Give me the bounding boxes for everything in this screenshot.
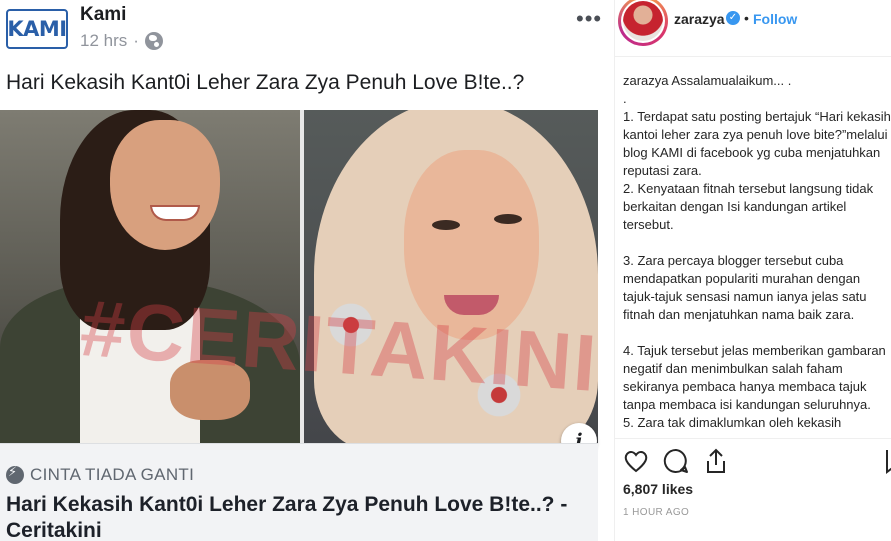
follow-button[interactable]: Follow <box>753 11 797 27</box>
caption-line: . <box>623 91 627 106</box>
ig-actions-bar: 6,807 likes 1 HOUR AGO <box>615 438 891 541</box>
right-eye <box>432 220 460 230</box>
caption-username[interactable]: zarazya <box>623 73 669 88</box>
heart-icon[interactable] <box>622 447 650 475</box>
page-name-link[interactable]: Kami <box>80 4 126 26</box>
more-options-icon[interactable]: ••• <box>576 6 602 32</box>
globe-icon[interactable] <box>144 32 163 50</box>
caption-line: 4. Tajuk tersebut jelas memberikan gamba… <box>623 343 890 412</box>
caption-line: 5. Zara tak dimaklumkan oleh kekasih <box>623 415 842 430</box>
link-title[interactable]: Hari Kekasih Kant0i Leher Zara Zya Penuh… <box>6 492 596 541</box>
caption-line: zarazya Assalamualaikum... . <box>623 73 792 88</box>
share-icon[interactable] <box>702 447 730 475</box>
post-time: 1 HOUR AGO <box>623 507 690 518</box>
page-avatar-logo[interactable]: KAMI <box>6 9 68 49</box>
header-separator: • <box>744 10 749 26</box>
avatar-frame <box>621 0 665 43</box>
verified-icon: ✓ <box>726 11 740 25</box>
link-source-label: CINTA TIADA GANTI <box>30 465 195 484</box>
ig-caption: zarazya Assalamualaikum... .. 1. Terdapat… <box>623 72 891 438</box>
facebook-post: KAMI Kami 12 hrs · ••• Hari Kekasih Kant… <box>0 0 602 541</box>
left-face <box>110 120 220 250</box>
post-meta: 12 hrs · <box>80 31 163 51</box>
bookmark-icon[interactable] <box>885 447 891 475</box>
avatar-photo <box>623 1 663 41</box>
link-card[interactable]: CINTA TIADA GANTI Hari Kekasih Kant0i Le… <box>0 443 598 541</box>
link-source: CINTA TIADA GANTI <box>6 465 194 485</box>
bolt-icon <box>6 465 24 484</box>
post-text: Hari Kekasih Kant0i Leher Zara Zya Penuh… <box>6 71 525 94</box>
ig-header: zarazya ✓ • Follow <box>615 0 891 57</box>
caption-line: 2. Kenyataan fitnah tersebut langsung ti… <box>623 181 877 232</box>
caption-line: 1. Terdapat satu posting bertajuk “Hari … <box>623 109 891 178</box>
avatar[interactable] <box>618 0 668 46</box>
caption-line <box>623 234 891 252</box>
caption-line: 3. Zara percaya blogger tersebut cuba me… <box>623 253 871 322</box>
likes-count[interactable]: 6,807 likes <box>623 481 693 497</box>
link-preview-image[interactable]: #CERITAKINI <box>0 110 598 443</box>
meta-separator: · <box>133 31 139 50</box>
instagram-post: zarazya ✓ • Follow zarazya Assalamualaik… <box>614 0 891 541</box>
comment-icon[interactable] <box>662 447 690 475</box>
photo-left <box>0 110 300 443</box>
right-eye <box>494 214 522 224</box>
ig-username[interactable]: zarazya <box>674 11 725 27</box>
post-timestamp[interactable]: 12 hrs <box>80 31 127 51</box>
caption-line <box>623 324 891 342</box>
logo-text: KAMI <box>7 17 67 41</box>
